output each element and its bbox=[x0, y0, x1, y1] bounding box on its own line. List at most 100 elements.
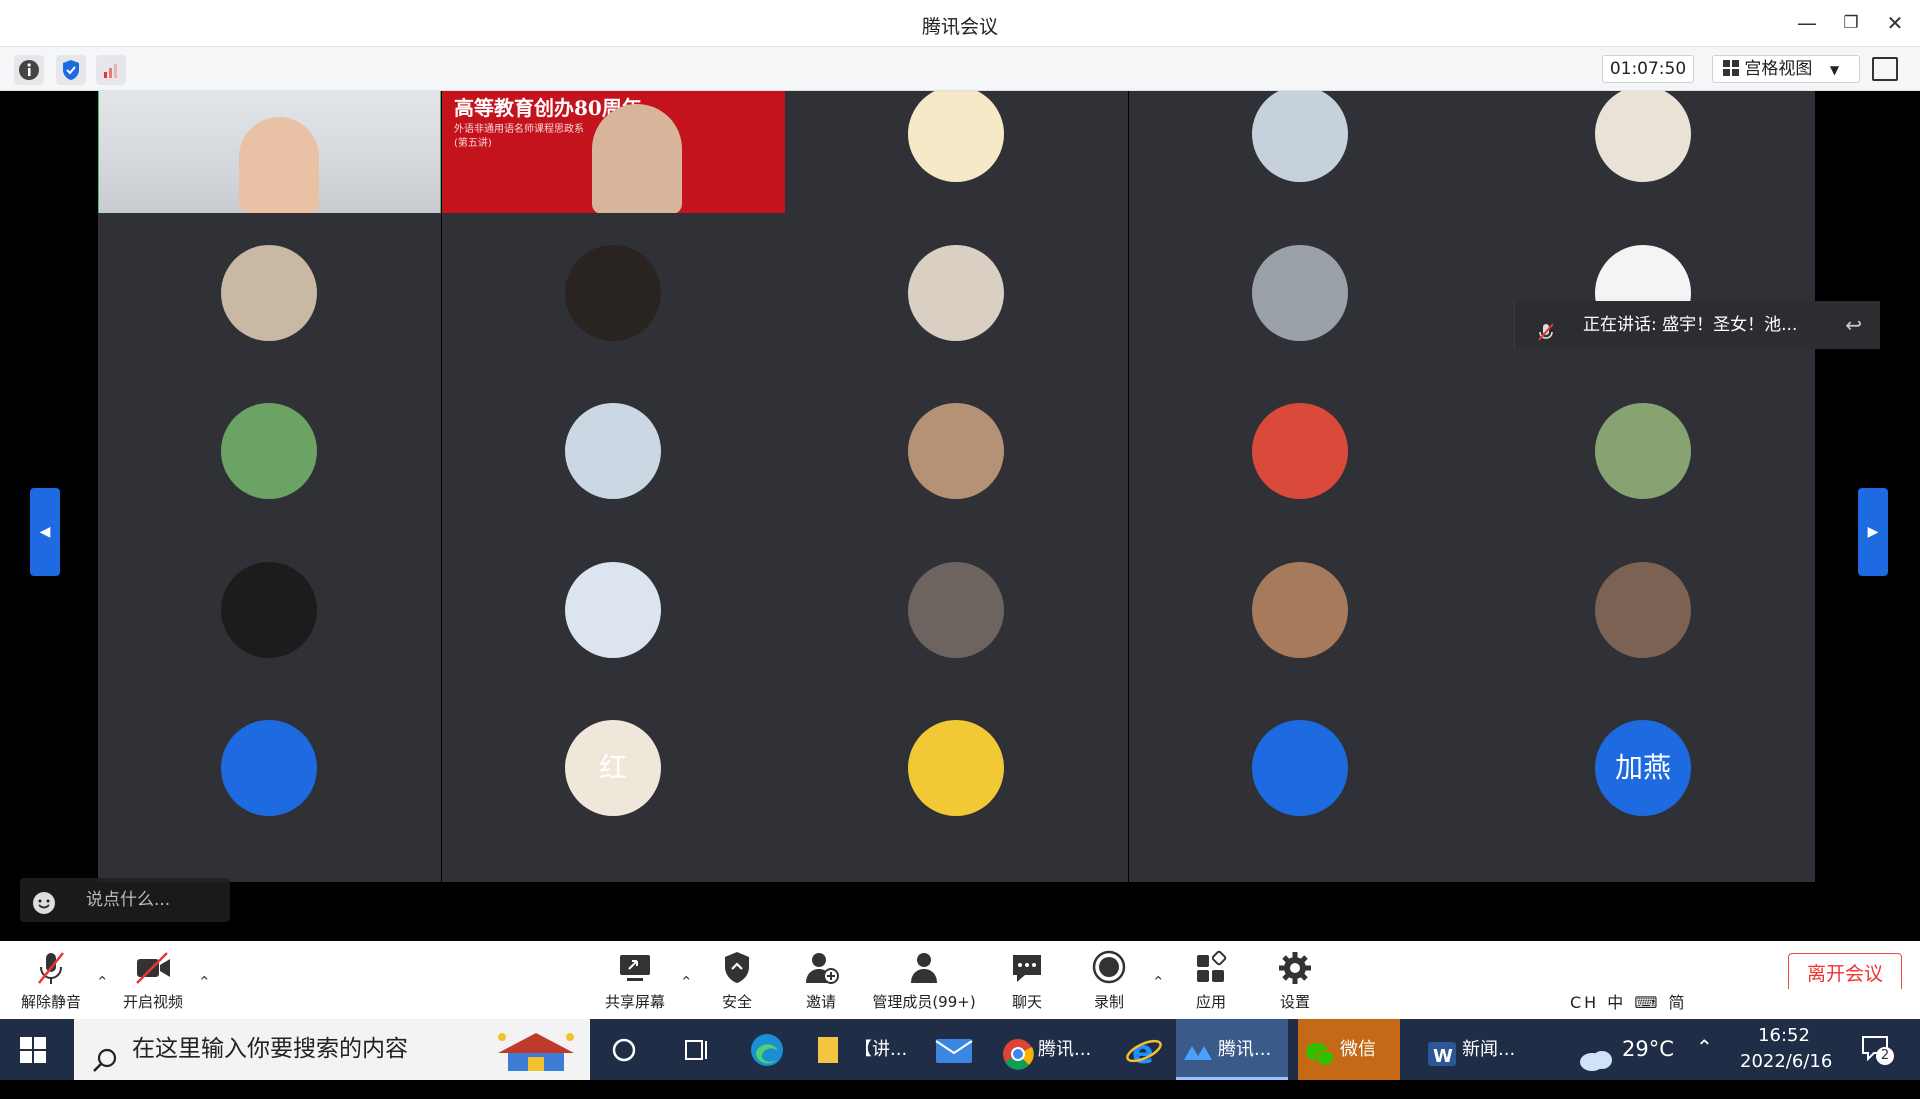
share-options-chevron-icon[interactable]: ⌃ bbox=[680, 973, 693, 991]
participant-tile[interactable] bbox=[785, 688, 1128, 882]
wechat-label: 微信 bbox=[1340, 1039, 1376, 1060]
mail-icon[interactable] bbox=[934, 1031, 974, 1069]
grid-view-button[interactable]: 宫格视图 ▼ bbox=[1712, 55, 1860, 83]
next-page-button[interactable]: ▶ bbox=[1858, 488, 1888, 576]
avatar bbox=[908, 403, 1004, 499]
wechat-icon bbox=[1304, 1034, 1336, 1067]
invite-button[interactable]: 邀请 bbox=[798, 949, 844, 1012]
share-screen-button[interactable]: 共享屏幕 bbox=[600, 949, 670, 1012]
svg-text:e: e bbox=[1132, 1033, 1154, 1069]
slide-subtitle-2: (第五讲) bbox=[454, 138, 492, 149]
slide-subtitle: 外语非通用语名师课程思政系 bbox=[454, 124, 584, 135]
participant-tile[interactable]: 红 bbox=[442, 688, 785, 882]
chat-placeholder: 说点什么... bbox=[86, 890, 171, 910]
task-view-icon[interactable] bbox=[608, 1031, 640, 1069]
start-video-button[interactable]: 开启视频 bbox=[118, 949, 188, 1012]
search-icon bbox=[92, 1036, 118, 1072]
search-placeholder: 在这里输入你要搜索的内容 bbox=[132, 1036, 408, 1062]
notification-count: 2 bbox=[1876, 1047, 1894, 1065]
gear-icon bbox=[1275, 949, 1315, 987]
avatar bbox=[565, 245, 661, 341]
emoji-icon[interactable] bbox=[32, 888, 56, 914]
edge-browser-icon[interactable] bbox=[748, 1031, 786, 1069]
restore-button[interactable]: ❐ bbox=[1836, 8, 1866, 38]
clock-date: 2022/6/16 bbox=[1740, 1051, 1833, 1072]
share-screen-label: 共享屏幕 bbox=[604, 993, 665, 1011]
windows-taskbar: 在这里输入你要搜索的内容 【讲... 腾讯... e 腾讯... 微信 W 新闻… bbox=[0, 1019, 1920, 1080]
ime-toolbar[interactable]: CH 中 ⌨ 简 bbox=[1570, 989, 1920, 1013]
apps-label: 应用 bbox=[1195, 993, 1226, 1011]
apps-icon bbox=[1191, 949, 1231, 987]
settings-button[interactable]: 设置 bbox=[1272, 949, 1318, 1012]
chrome-label: 腾讯... bbox=[1038, 1039, 1092, 1060]
apps-button[interactable]: 应用 bbox=[1188, 949, 1234, 1012]
taskbar-app-tencent-meeting[interactable]: 腾讯... bbox=[1176, 1019, 1288, 1080]
avatar bbox=[565, 403, 661, 499]
avatar bbox=[1595, 562, 1691, 658]
avatar bbox=[565, 562, 661, 658]
manage-members-label: 管理成员(99+) bbox=[872, 993, 976, 1011]
windows-start-icon[interactable] bbox=[20, 1037, 46, 1063]
taskbar-app-wechat[interactable]: 微信 bbox=[1298, 1019, 1400, 1080]
window-title: 腾讯会议 bbox=[921, 16, 998, 38]
mic-options-chevron-icon[interactable]: ⌃ bbox=[96, 973, 109, 991]
security-button[interactable]: 安全 bbox=[714, 949, 760, 1012]
video-grid-stage: 盛宇！圣女！池圣女！高等教育创办80周年外语非通用语名师课程思政系(第五讲)钟智… bbox=[0, 91, 1920, 941]
prev-page-button[interactable]: ◀ bbox=[30, 488, 60, 576]
participant-tile[interactable] bbox=[98, 688, 441, 882]
widgets-icon[interactable] bbox=[680, 1031, 712, 1069]
mic-muted-icon bbox=[31, 949, 71, 987]
system-clock[interactable]: 16:52 2022/6/16 bbox=[1740, 1023, 1833, 1075]
chrome-icon bbox=[1002, 1034, 1034, 1070]
share-screen-icon bbox=[615, 949, 655, 987]
mic-muted-icon bbox=[1535, 314, 1557, 341]
collapse-icon[interactable]: ↩ bbox=[1845, 301, 1862, 349]
weather-widget[interactable]: 29°C bbox=[1578, 1019, 1674, 1080]
fullscreen-icon[interactable] bbox=[1872, 57, 1898, 81]
meeting-info-bar: 01:07:50 宫格视图 ▼ bbox=[0, 47, 1920, 91]
avatar bbox=[1252, 403, 1348, 499]
participant-tile[interactable]: 加燕 bbox=[1472, 688, 1815, 882]
notification-center-icon[interactable]: 2 bbox=[1860, 1033, 1894, 1065]
unmute-button[interactable]: 解除静音 bbox=[18, 949, 84, 1012]
participant-tile[interactable] bbox=[1129, 688, 1472, 882]
video-feed bbox=[239, 117, 319, 213]
chevron-right-icon: ▶ bbox=[1867, 524, 1879, 540]
tencent-meeting-label: 腾讯... bbox=[1218, 1039, 1272, 1060]
speaking-indicator: 正在讲话: 盛宇！圣女！池... ↩ bbox=[1514, 301, 1880, 349]
view-label: 宫格视图 bbox=[1744, 59, 1813, 79]
avatar bbox=[1252, 91, 1348, 182]
info-icon[interactable] bbox=[14, 55, 44, 85]
avatar: 加燕 bbox=[1595, 720, 1691, 816]
chat-bubble-icon bbox=[1007, 949, 1047, 987]
avatar bbox=[1595, 91, 1691, 182]
record-options-chevron-icon[interactable]: ⌃ bbox=[1152, 973, 1165, 991]
start-video-label: 开启视频 bbox=[122, 993, 183, 1011]
taskbar-search-input[interactable]: 在这里输入你要搜索的内容 bbox=[74, 1019, 590, 1080]
avatar bbox=[1252, 720, 1348, 816]
avatar bbox=[221, 720, 317, 816]
minimize-button[interactable]: — bbox=[1792, 8, 1822, 38]
close-button[interactable]: ✕ bbox=[1880, 8, 1910, 38]
participant-grid: 盛宇！圣女！池圣女！高等教育创办80周年外语非通用语名师课程思政系(第五讲)钟智… bbox=[98, 91, 1823, 941]
manage-members-button[interactable]: 管理成员(99+) bbox=[868, 949, 980, 1012]
signal-icon[interactable] bbox=[96, 55, 126, 85]
avatar-initial: 加燕 bbox=[1614, 751, 1671, 784]
taskbar-app-word[interactable]: W 新闻... bbox=[1420, 1019, 1532, 1080]
chat-quick-input[interactable]: 说点什么... bbox=[20, 878, 230, 922]
shield-icon[interactable] bbox=[56, 55, 86, 85]
video-options-chevron-icon[interactable]: ⌃ bbox=[198, 973, 211, 991]
file-explorer-icon[interactable] bbox=[814, 1031, 842, 1069]
security-label: 安全 bbox=[721, 993, 752, 1011]
invite-label: 邀请 bbox=[805, 993, 836, 1011]
tray-chevron-up-icon[interactable]: ⌃ bbox=[1696, 1035, 1713, 1059]
record-button[interactable]: 录制 bbox=[1086, 949, 1132, 1012]
taskbar-app-lecture[interactable]: 【讲... bbox=[848, 1019, 914, 1080]
ie-icon[interactable]: e bbox=[1124, 1031, 1164, 1071]
cloud-icon bbox=[1578, 1036, 1614, 1071]
taskbar-app-chrome[interactable]: 腾讯... bbox=[996, 1019, 1108, 1080]
word-icon: W bbox=[1426, 1034, 1458, 1067]
chat-button[interactable]: 聊天 bbox=[1004, 949, 1050, 1012]
avatar: 红 bbox=[565, 720, 661, 816]
avatar bbox=[1595, 403, 1691, 499]
